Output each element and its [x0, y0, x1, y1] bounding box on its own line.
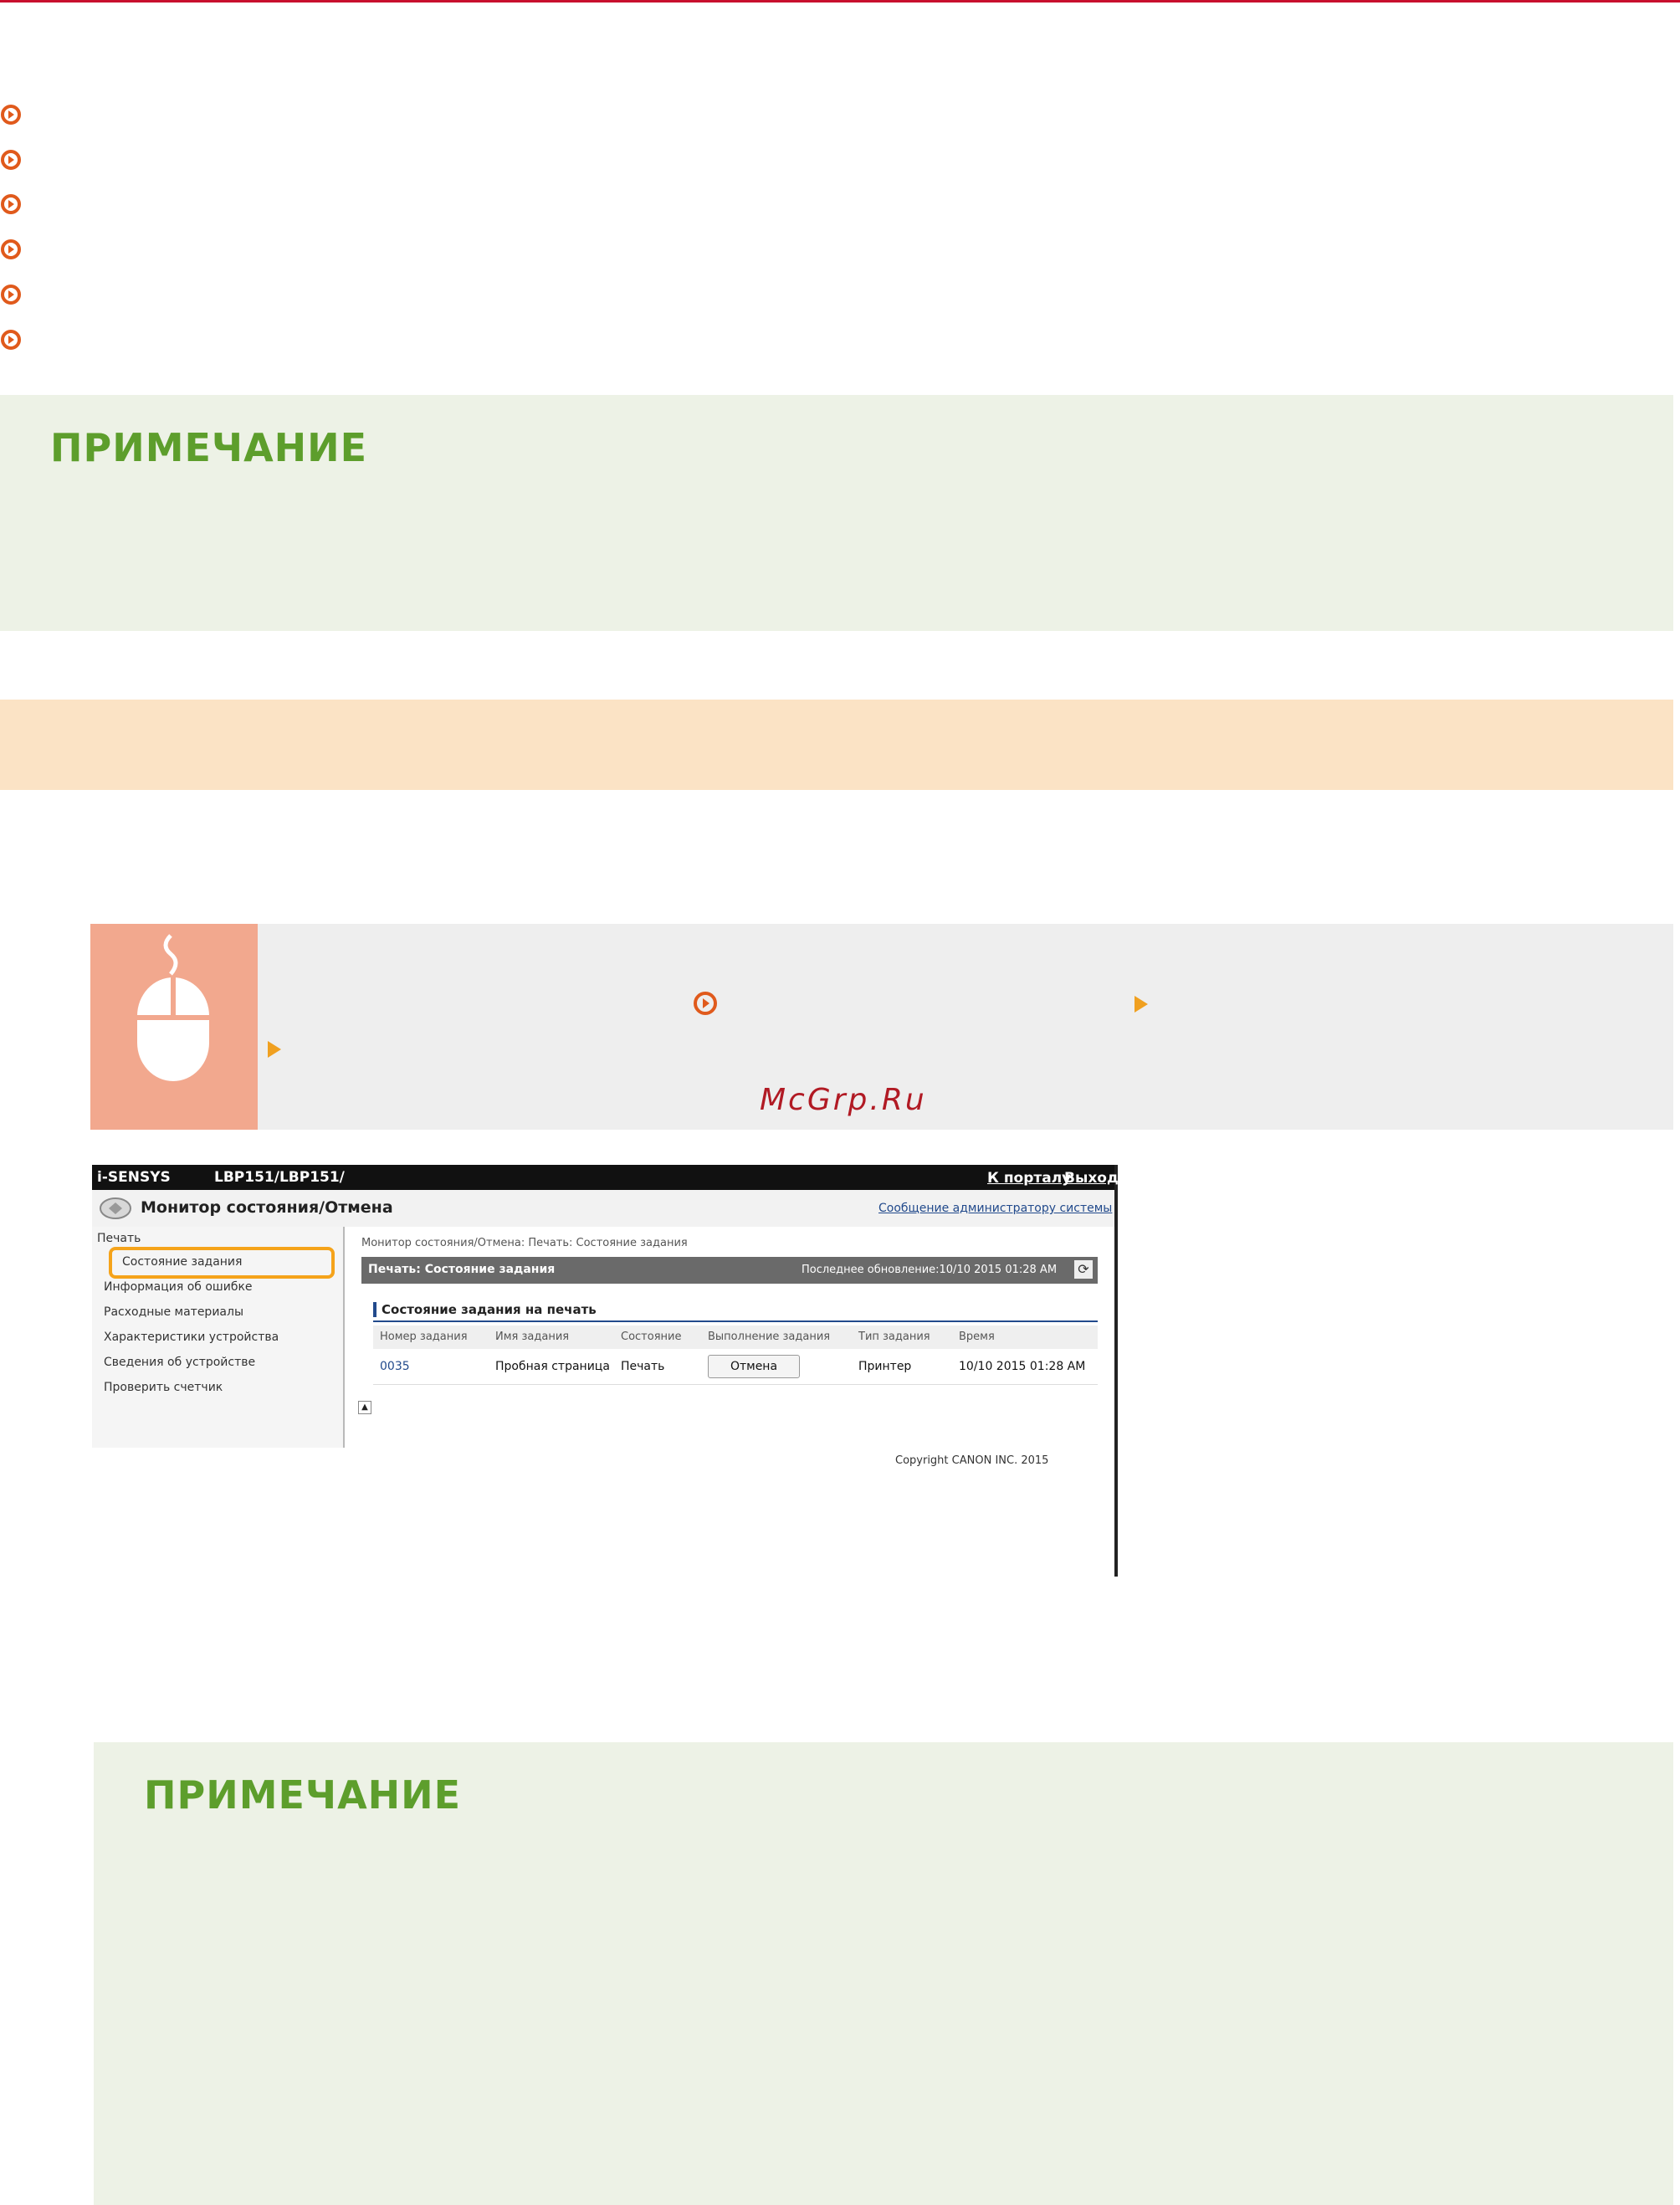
section-rule — [373, 1320, 1098, 1322]
col-job-name: Имя задания — [495, 1331, 570, 1343]
circle-arrow-icon[interactable] — [0, 104, 22, 126]
col-status: Состояние — [621, 1331, 682, 1343]
job-number-link[interactable]: 0035 — [380, 1360, 410, 1373]
circle-arrow-icon[interactable] — [0, 238, 22, 260]
monitor-icon — [100, 1197, 131, 1219]
section-heading-band — [0, 700, 1673, 790]
mouse-icon — [137, 934, 209, 1081]
circle-arrow-icon[interactable] — [693, 991, 718, 1016]
note-title: ПРИМЕЧАНИЕ — [50, 425, 368, 470]
circle-arrow-icon[interactable] — [0, 284, 22, 305]
brand: i-SENSYS — [97, 1169, 171, 1186]
note-box: ПРИМЕЧАНИЕ — [0, 395, 1673, 631]
col-time: Время — [959, 1331, 995, 1343]
sidebar-menu-item[interactable]: Проверить счетчик — [104, 1381, 223, 1394]
sidebar-menu-item[interactable]: Сведения об устройстве — [104, 1356, 255, 1369]
portal-link[interactable]: К порталу — [987, 1170, 1071, 1187]
arrow-right-icon — [268, 1041, 281, 1058]
col-type: Тип задания — [858, 1331, 930, 1343]
model-name: LBP151/LBP151/ — [214, 1169, 345, 1186]
logout-link[interactable]: Выход — [1064, 1170, 1119, 1187]
arrow-right-icon — [1135, 996, 1148, 1013]
status-bar: Печать: Состояние задания Последнее обно… — [361, 1257, 1098, 1284]
note-box: ПРИМЕЧАНИЕ — [94, 1742, 1673, 2205]
table-row: 0035 Пробная страница Печать Отмена Прин… — [373, 1351, 1098, 1385]
menu-group-print: Печать — [97, 1232, 141, 1245]
job-time: 10/10 2015 01:28 AM — [959, 1360, 1086, 1373]
breadcrumb: Монитор состояния/Отмена: Печать: Состоя… — [361, 1237, 688, 1249]
step-instruction: McGrp.Ru — [90, 924, 1673, 1130]
col-job-no: Номер задания — [380, 1331, 468, 1343]
bar-title: Печать: Состояние задания — [368, 1263, 556, 1276]
table-header: Номер задания Имя задания Состояние Выпо… — [373, 1326, 1098, 1349]
remote-ui-sidebar: Печать Состояние задания Информация об ош… — [92, 1227, 345, 1448]
job-status: Печать — [621, 1360, 665, 1373]
col-action: Выполнение задания — [708, 1331, 831, 1343]
remote-ui-main: Монитор состояния/Отмена: Печать: Состоя… — [345, 1227, 1114, 1448]
header-title: Монитор состояния/Отмена — [141, 1198, 393, 1217]
scroll-top-icon[interactable]: ▲ — [358, 1401, 371, 1414]
remote-ui-screenshot: i-SENSYS LBP151/LBP151/ К порталу Выход … — [92, 1165, 1119, 1577]
sidebar-menu-item[interactable]: Характеристики устройства — [104, 1331, 279, 1344]
job-name: Пробная страница — [495, 1360, 610, 1373]
circle-arrow-icon[interactable] — [0, 329, 22, 351]
section-title: Состояние задания на печать — [373, 1302, 597, 1317]
refresh-icon[interactable]: ⟳ — [1074, 1260, 1093, 1279]
remote-ui-header: Монитор состояния/Отмена Сообщение админ… — [92, 1190, 1114, 1228]
sidebar-menu-item[interactable]: Информация об ошибке — [104, 1280, 253, 1294]
circle-arrow-icon[interactable] — [0, 193, 22, 215]
circle-arrow-icon[interactable] — [0, 149, 22, 171]
sidebar-menu-item[interactable]: Расходные материалы — [104, 1305, 243, 1319]
cancel-button[interactable]: Отмена — [708, 1355, 800, 1378]
top-rule — [0, 0, 1680, 3]
sidebar-menu-item[interactable]: Состояние задания — [122, 1255, 242, 1269]
watermark: McGrp.Ru — [760, 1083, 927, 1117]
last-update: Последнее обновление:10/10 2015 01:28 AM — [802, 1264, 1058, 1276]
note-title: ПРИМЕЧАНИЕ — [144, 1772, 462, 1818]
copyright: Copyright CANON INC. 2015 — [895, 1454, 1049, 1467]
admin-message-link[interactable]: Сообщение администратору системы — [878, 1202, 1112, 1215]
job-type: Принтер — [858, 1360, 912, 1373]
remote-ui-topbar: i-SENSYS LBP151/LBP151/ К порталу Выход — [92, 1165, 1119, 1190]
mouse-panel — [90, 924, 258, 1130]
